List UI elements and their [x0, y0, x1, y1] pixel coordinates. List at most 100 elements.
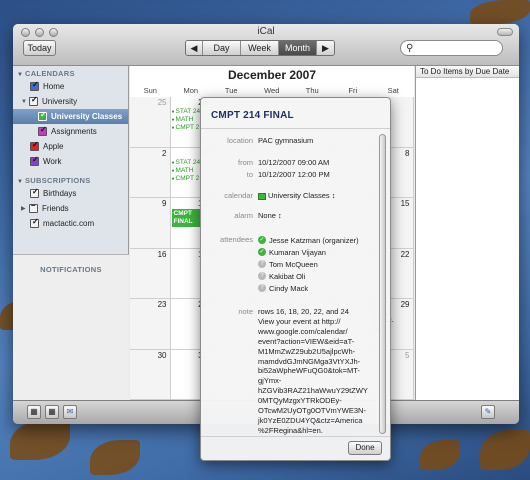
attendee-name: Cindy Mack — [269, 283, 309, 293]
subscription-item-birthdays[interactable]: ✓ Birthdays — [13, 186, 128, 201]
weekday-label: Sat — [387, 86, 399, 95]
calendar-item-assignments[interactable]: ✓ Assignments — [13, 124, 128, 139]
attendee-item[interactable]: ? Tom McQueen — [258, 258, 378, 270]
calendar-label: Apple — [43, 142, 64, 151]
disclosure-triangle-right-icon[interactable]: ▶ — [21, 205, 29, 212]
disclosure-triangle-icon: ▼ — [17, 179, 24, 185]
checkbox-apple[interactable]: ✓ — [30, 140, 39, 151]
subscriptions-section-header[interactable]: ▼ SUBSCRIPTIONS — [13, 173, 128, 186]
calendar-label: Work — [43, 157, 62, 166]
day-cell[interactable]: 9 — [130, 198, 171, 249]
show-info-button[interactable]: ✎ — [481, 405, 495, 419]
note-text[interactable]: rows 16, 18, 20, 22, and 24 View your ev… — [258, 307, 376, 436]
calendars-section-header[interactable]: ▼ CALENDARS — [13, 66, 128, 79]
checkbox-work[interactable]: ✓ — [30, 155, 39, 166]
previous-button[interactable]: ◀ — [186, 41, 203, 55]
selected-event-block[interactable]: CMPT FINAL — [171, 209, 204, 227]
event-title[interactable]: CMPT 214 FINAL — [211, 110, 294, 121]
from-value[interactable]: 10/12/2007 09:00 AM — [258, 158, 378, 167]
checkbox-assignments[interactable]: ✓ — [38, 125, 47, 136]
disclosure-triangle-icon[interactable]: ▼ — [21, 99, 29, 105]
todo-panel: To Do Items by Due Date — [415, 66, 519, 400]
calendar-item-apple[interactable]: ✓ Apple — [13, 139, 128, 154]
checkmark-icon: ✓ — [32, 140, 39, 149]
event-item[interactable]: CMPT 2 — [172, 124, 200, 131]
show-mini-month-button[interactable]: ▦ — [45, 405, 59, 419]
attendee-item[interactable]: ? Kakibat Oli — [258, 270, 378, 282]
scrollbar-thumb[interactable] — [379, 134, 386, 434]
weekday-label: Tue — [224, 86, 238, 95]
done-button[interactable]: Done — [348, 441, 382, 455]
checkbox-birthdays[interactable]: ✓ — [30, 187, 39, 198]
event-info-popover: CMPT 214 FINAL location PAC gymnasium fr… — [200, 97, 391, 461]
weekday-header: Sun Mon Tue Wed Thu Fri Sat — [130, 86, 414, 95]
next-button[interactable]: ▶ — [317, 41, 334, 55]
day-cell[interactable]: 2 — [130, 147, 171, 198]
attendee-item[interactable]: ✓ Jesse Katzman (organizer) — [258, 234, 378, 246]
leaf-decoration — [420, 440, 460, 470]
event-item[interactable]: MATH — [172, 167, 194, 174]
todo-header[interactable]: To Do Items by Due Date — [416, 66, 519, 78]
checkmark-icon: ✓ — [32, 155, 39, 164]
attendee-item[interactable]: ? Cindy Mack — [258, 282, 378, 294]
popover-scrollbar[interactable] — [379, 134, 386, 434]
sidebar: ▼ CALENDARS ✓ Home ▼ ✓ University ✓ Unive… — [13, 66, 129, 400]
weekday-label: Fri — [348, 86, 358, 95]
month-view-button[interactable]: Month — [279, 41, 317, 55]
calendar-item-university-classes[interactable]: ✓ University Classes — [13, 109, 128, 124]
subscription-label: mactactic.com — [43, 219, 95, 228]
mixed-state-icon: – — [31, 201, 36, 210]
calendars-header-label: CALENDARS — [25, 69, 75, 78]
today-button[interactable]: Today — [23, 40, 56, 56]
day-cell[interactable]: 23 — [130, 299, 171, 350]
day-number: 9 — [162, 199, 167, 208]
subscription-group-friends[interactable]: ▶ – Friends — [13, 201, 128, 216]
checkmark-icon: ✓ — [40, 125, 47, 134]
subscription-label: Friends — [42, 204, 69, 213]
triangle-left-icon: ◀ — [190, 43, 198, 53]
checkbox-friends[interactable]: – — [29, 201, 38, 213]
unknown-status-icon: ? — [258, 272, 266, 280]
search-field[interactable]: ⚲ — [400, 40, 503, 56]
month-title: December 2007 — [227, 68, 317, 82]
triangle-right-icon: ▶ — [322, 43, 329, 53]
toolbar-toggle-button[interactable] — [497, 28, 513, 36]
attendee-list: ✓ Jesse Katzman (organizer) ✓ Kumaran Vija… — [258, 234, 378, 294]
location-value[interactable]: PAC gymnasium — [258, 136, 378, 145]
leaf-decoration — [470, 0, 530, 24]
weekday-label: Thu — [305, 86, 319, 95]
weekday-label: Wed — [264, 86, 280, 95]
calendar-group-university[interactable]: ▼ ✓ University — [13, 94, 128, 109]
checkbox-home[interactable]: ✓ — [30, 80, 39, 91]
day-cell[interactable]: 25 — [130, 97, 171, 148]
attendee-item[interactable]: ✓ Kumaran Vijayan — [258, 246, 378, 258]
event-item[interactable]: STAT 24 — [172, 159, 201, 166]
calendar-label: Assignments — [51, 127, 97, 136]
to-value[interactable]: 10/12/2007 12:00 PM — [258, 170, 378, 179]
event-item[interactable]: CMPT 2 — [172, 175, 200, 182]
calendar-popup[interactable]: University Classes ↕ — [258, 191, 378, 200]
checkbox-university-classes[interactable]: ✓ — [38, 110, 47, 121]
day-cell[interactable]: 16 — [130, 248, 171, 299]
day-view-button[interactable]: Day — [203, 41, 241, 55]
calendar-item-home[interactable]: ✓ Home — [13, 79, 128, 94]
alarm-label: alarm — [234, 211, 253, 220]
day-number: 15 — [400, 199, 410, 208]
day-cell[interactable]: 30 — [130, 349, 171, 400]
event-item[interactable]: MATH — [172, 116, 194, 123]
alarm-popup[interactable]: None ↕ — [258, 211, 378, 220]
checkmark-icon: ✓ — [32, 187, 39, 196]
event-item[interactable]: STAT 24 — [172, 108, 201, 115]
from-label: from — [238, 158, 253, 167]
calendar-item-work[interactable]: ✓ Work — [13, 154, 128, 169]
checkbox-university[interactable]: ✓ — [29, 95, 38, 106]
calendar-label: University — [42, 97, 78, 106]
add-calendar-button[interactable]: ▦ — [27, 405, 41, 419]
notifications-panel: NOTIFICATIONS — [13, 254, 129, 400]
day-number: 8 — [405, 148, 410, 158]
add-calendar-icon: ▦ — [30, 407, 38, 416]
checkbox-mactactic[interactable]: ✓ — [30, 217, 39, 228]
show-notifications-button[interactable]: ✉ — [63, 405, 77, 419]
subscription-item-mactactic[interactable]: ✓ mactactic.com — [13, 216, 128, 231]
week-view-button[interactable]: Week — [241, 41, 279, 55]
